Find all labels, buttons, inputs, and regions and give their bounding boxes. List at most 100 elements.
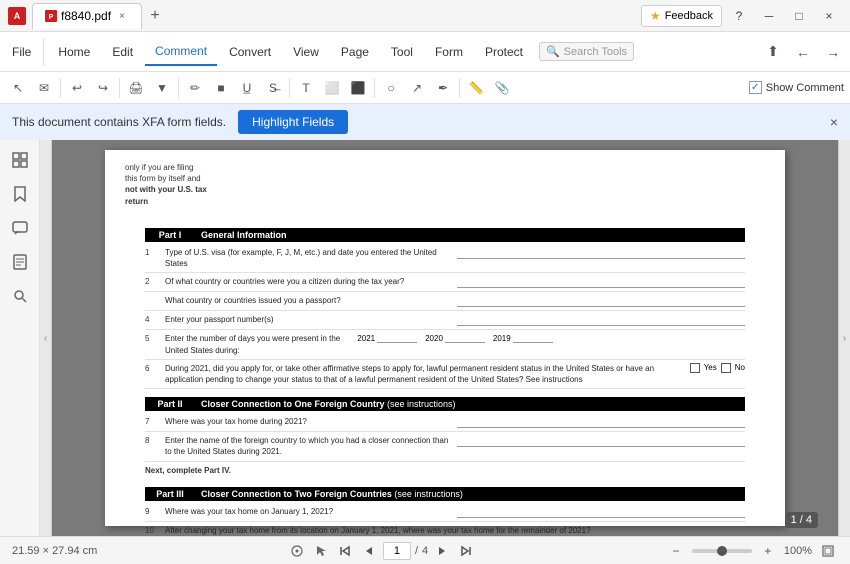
hand-btn[interactable]: ✉	[32, 76, 56, 100]
undo-btn[interactable]: ↩	[65, 76, 89, 100]
nav-next-icon	[436, 545, 448, 557]
menu-convert[interactable]: Convert	[219, 38, 281, 66]
tb2-sep1	[60, 78, 61, 98]
yn-6-no-box[interactable]	[721, 363, 731, 373]
callout-btn[interactable]: ⬜	[320, 76, 344, 100]
field-1[interactable]	[457, 247, 745, 259]
pencil-btn[interactable]: ✒	[431, 76, 455, 100]
select-btn[interactable]: ↖	[6, 76, 30, 100]
field-2[interactable]	[457, 276, 745, 288]
measure-btn[interactable]: 📏	[464, 76, 488, 100]
bookmark-panel-btn[interactable]	[4, 178, 36, 210]
redo-btn[interactable]: ↪	[91, 76, 115, 100]
nav-prev-icon	[363, 545, 375, 557]
pdf-page: only if you are filing this form by itse…	[105, 150, 785, 526]
thumbnail-panel-btn[interactable]	[4, 144, 36, 176]
highlight-fields-button[interactable]: Highlight Fields	[238, 110, 348, 134]
zoom-minus-btn[interactable]: −	[666, 541, 686, 561]
nav-first-icon	[339, 545, 351, 557]
row-5: 5 Enter the number of days you were pres…	[145, 330, 745, 359]
left-collapse-handle[interactable]: ‹	[40, 140, 52, 536]
sticky-note-btn[interactable]: ✏	[183, 76, 207, 100]
text-box-btn[interactable]: T	[294, 76, 318, 100]
menu-form[interactable]: Form	[425, 38, 473, 66]
row-3: What country or countries issued you a p…	[145, 292, 745, 311]
field-2021[interactable]	[377, 333, 417, 343]
comment-toolbar: ↖ ✉ ↩ ↪ 🖨 ▼ ✏ ■ U̲ S̶ T ⬜ ⬛ ○ ↗ ✒ 📏 📎 Sh…	[0, 72, 850, 104]
underline-btn[interactable]: U̲	[235, 76, 259, 100]
menu-protect[interactable]: Protect	[475, 38, 533, 66]
menu-tool[interactable]: Tool	[381, 38, 423, 66]
search-panel-btn[interactable]	[4, 280, 36, 312]
minimize-button[interactable]: ─	[756, 3, 782, 29]
stamp-btn[interactable]: ⬛	[346, 76, 370, 100]
menu-view[interactable]: View	[283, 38, 329, 66]
forward-button[interactable]: →	[820, 39, 846, 65]
arrow-btn[interactable]: ↗	[405, 76, 429, 100]
highlight-btn[interactable]: ■	[209, 76, 233, 100]
field-4[interactable]	[457, 314, 745, 326]
more-btn[interactable]: ▼	[150, 76, 174, 100]
menu-edit[interactable]: Edit	[102, 38, 143, 66]
part-3-title: Closer Connection to Two Foreign Countri…	[195, 487, 469, 501]
arrow-tool-btn[interactable]	[311, 541, 331, 561]
right-collapse-handle[interactable]: ›	[838, 140, 850, 536]
strikethrough-btn[interactable]: S̶	[261, 76, 285, 100]
zoom-track[interactable]	[692, 549, 752, 553]
show-comment-checkbox[interactable]	[749, 81, 762, 94]
zoom-percent-label: 100%	[784, 545, 812, 557]
tb2-sep3	[178, 78, 179, 98]
zoom-thumb	[717, 546, 727, 556]
nav-next-btn[interactable]	[432, 541, 452, 561]
search-tools[interactable]: 🔍 Search Tools	[539, 42, 634, 61]
share-button[interactable]: ⬆	[760, 39, 786, 65]
xfa-notification-bar: This document contains XFA form fields. …	[0, 104, 850, 140]
pdf-viewer[interactable]: only if you are filing this form by itse…	[52, 140, 838, 536]
page-number-input[interactable]	[383, 542, 411, 560]
shape-btn[interactable]: ○	[379, 76, 403, 100]
menu-comment[interactable]: Comment	[145, 38, 217, 66]
part-3-header: Part III Closer Connection to Two Foreig…	[145, 487, 745, 501]
new-tab-button[interactable]: +	[142, 3, 168, 29]
menu-page[interactable]: Page	[331, 38, 379, 66]
field-9[interactable]	[457, 506, 745, 518]
attachment-panel-btn[interactable]	[4, 246, 36, 278]
pdf-tab[interactable]: P f8840.pdf ×	[32, 3, 142, 29]
row-4: 4 Enter your passport number(s)	[145, 311, 745, 330]
pointer-icon	[290, 544, 304, 558]
close-tab-button[interactable]: ×	[115, 9, 129, 23]
xfa-close-button[interactable]: ×	[830, 114, 838, 130]
yn-6-yes-box[interactable]	[690, 363, 700, 373]
pdf-tab-icon: P	[45, 10, 57, 22]
svg-text:A: A	[14, 11, 21, 21]
bookmark-icon	[13, 186, 27, 202]
pointer-tool-btn[interactable]	[287, 541, 307, 561]
fit-page-btn[interactable]	[818, 541, 838, 561]
yn-6: Yes No	[690, 363, 745, 373]
nav-last-btn[interactable]	[456, 541, 476, 561]
feedback-button[interactable]: ★ Feedback	[641, 5, 722, 27]
attach-btn[interactable]: 📎	[490, 76, 514, 100]
help-button[interactable]: ?	[726, 3, 752, 29]
field-2020[interactable]	[445, 333, 485, 343]
zoom-plus-btn[interactable]: +	[758, 541, 778, 561]
print-btn[interactable]: 🖨	[124, 76, 148, 100]
comment-panel-btn[interactable]	[4, 212, 36, 244]
zoom-slider	[692, 549, 752, 553]
nav-first-btn[interactable]	[335, 541, 355, 561]
dates-row: 2021 2020 2019	[357, 333, 552, 343]
menu-home[interactable]: Home	[48, 38, 100, 66]
back-button[interactable]: ←	[790, 39, 816, 65]
nav-prev-btn[interactable]	[359, 541, 379, 561]
field-7[interactable]	[457, 416, 745, 428]
tb2-sep6	[459, 78, 460, 98]
field-8[interactable]	[457, 435, 745, 447]
field-2019[interactable]	[513, 333, 553, 343]
fit-page-icon	[821, 544, 835, 558]
menu-file[interactable]: File	[4, 41, 39, 63]
row-1: 1 Type of U.S. visa (for example, F, J, …	[145, 244, 745, 273]
restore-button[interactable]: □	[786, 3, 812, 29]
close-window-button[interactable]: ×	[816, 3, 842, 29]
field-3[interactable]	[457, 295, 745, 307]
svg-text:P: P	[49, 14, 54, 21]
